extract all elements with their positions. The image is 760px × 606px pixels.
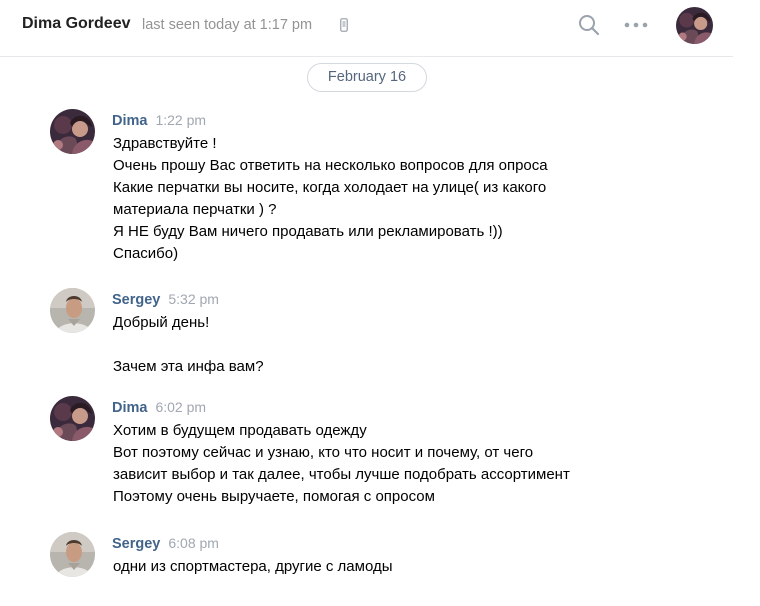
- message-time[interactable]: 6:08 pm: [168, 535, 219, 551]
- message-line: зависит выбор и так далее, чтобы лучше п…: [113, 466, 570, 483]
- message-text: Добрый день! Зачем эта инфа вам?: [113, 312, 264, 378]
- avatar-photo: [50, 396, 95, 441]
- message-time[interactable]: 1:22 pm: [155, 112, 206, 128]
- message-line: Зачем эта инфа вам?: [113, 358, 264, 375]
- more-dots-icon[interactable]: [624, 21, 648, 29]
- message-line: Поэтому очень выручаете, помогая с опрос…: [113, 488, 435, 505]
- chat-header: Dima Gordeev last seen today at 1:17 pm: [0, 0, 733, 57]
- message-author[interactable]: Dima: [112, 400, 147, 416]
- avatar-photo: [676, 7, 713, 44]
- avatar-photo: [50, 532, 95, 577]
- message-line: Добрый день!: [113, 314, 210, 331]
- message-line: [113, 334, 264, 356]
- avatar-dima[interactable]: [50, 396, 95, 441]
- message-line: Здравствуйте !: [113, 135, 217, 152]
- message-line: Какие перчатки вы носите, когда холодает…: [113, 179, 547, 196]
- message-author[interactable]: Dima: [112, 113, 147, 129]
- avatar-photo: [50, 288, 95, 333]
- avatar-sergey[interactable]: [50, 532, 95, 577]
- message-text: Хотим в будущем продавать одежду Вот поэ…: [113, 420, 570, 508]
- message-line: Спасибо): [113, 245, 179, 262]
- message-header: Sergey 6:08 pm: [112, 535, 219, 553]
- message-text: Здравствуйте ! Очень прошу Вас ответить …: [113, 133, 548, 265]
- message-line: Вот поэтому сейчас и узнаю, кто что носи…: [113, 444, 534, 461]
- message-time[interactable]: 5:32 pm: [168, 291, 219, 307]
- message-author[interactable]: Sergey: [112, 292, 160, 308]
- message-time[interactable]: 6:02 pm: [155, 399, 206, 415]
- message-header: Dima 1:22 pm: [112, 112, 206, 130]
- last-seen-status: last seen today at 1:17 pm: [142, 17, 313, 33]
- avatar-photo: [50, 109, 95, 154]
- message-line: Очень прошу Вас ответить на несколько во…: [113, 157, 548, 174]
- date-separator: February 16: [307, 63, 427, 92]
- message-line: одни из спортмастера, другие с ламоды: [113, 558, 393, 575]
- message-header: Sergey 5:32 pm: [112, 291, 219, 309]
- avatar-sergey[interactable]: [50, 288, 95, 333]
- contact-name[interactable]: Dima Gordeev: [22, 15, 130, 33]
- avatar-dima[interactable]: [50, 109, 95, 154]
- message-line: Хотим в будущем продавать одежду: [113, 422, 367, 439]
- message-author[interactable]: Sergey: [112, 536, 160, 552]
- search-icon[interactable]: [578, 14, 600, 36]
- message-line: материала перчатки ) ?: [113, 201, 277, 218]
- chat-window: Dima Gordeev last seen today at 1:17 pm: [0, 0, 760, 606]
- contact-avatar[interactable]: [676, 7, 713, 44]
- message-text: одни из спортмастера, другие с ламоды: [113, 556, 393, 578]
- mobile-phone-icon: [340, 18, 348, 32]
- message-line: Я НЕ буду Вам ничего продавать или рекла…: [113, 223, 503, 240]
- message-header: Dima 6:02 pm: [112, 399, 206, 417]
